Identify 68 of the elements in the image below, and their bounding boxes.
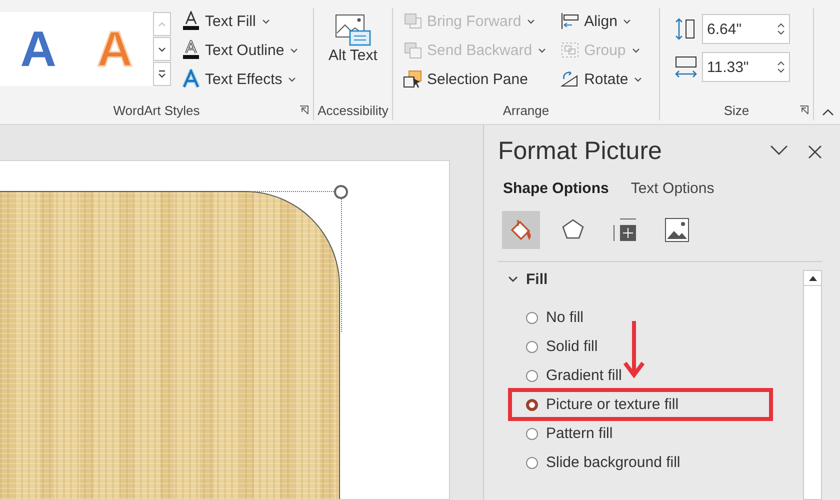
group-icon (560, 41, 580, 59)
fill-option[interactable]: Slide background fill (526, 448, 680, 477)
size-position-icon (612, 217, 638, 243)
send-backward-icon (403, 41, 423, 59)
caret-icon (623, 18, 632, 24)
text-outline-button[interactable]: Text Outline (179, 37, 300, 63)
radio-button[interactable] (526, 312, 538, 324)
radio-button[interactable] (526, 456, 538, 468)
caret-icon (632, 48, 640, 52)
caret-icon (634, 76, 642, 82)
scrollbar[interactable] (803, 270, 822, 500)
bring-forward-icon (403, 12, 423, 30)
pane-tab[interactable]: Shape Options (503, 180, 609, 197)
shape-height-field[interactable]: 6.64" (702, 14, 790, 44)
caret-icon (262, 18, 270, 24)
align-icon (560, 12, 580, 30)
dialog-launcher-icon[interactable] (799, 105, 809, 115)
gallery-more-button[interactable] (153, 62, 171, 86)
fill-section-header[interactable]: Fill (498, 270, 554, 289)
text-effects-icon (181, 69, 201, 89)
radio-button[interactable] (526, 398, 538, 410)
text-fill-icon (181, 11, 201, 31)
group-label: Arrange (502, 102, 550, 118)
text-effects-button[interactable]: Text Effects (179, 66, 300, 92)
chevron-icon (508, 276, 518, 283)
chevron-up-icon (158, 22, 166, 26)
picture-icon (664, 217, 690, 243)
fill-option[interactable]: Gradient fill (526, 361, 622, 390)
fill-option[interactable]: Picture or texture fill (526, 390, 679, 419)
fill-option[interactable]: Solid fill (526, 332, 598, 361)
resize-handle[interactable] (334, 185, 348, 199)
rotate-icon (560, 70, 580, 88)
dialog-launcher-icon[interactable] (299, 105, 309, 115)
alt-text-button[interactable]: Alt Text (318, 8, 388, 100)
pane-tab[interactable]: Text Options (630, 180, 714, 197)
caret-icon (288, 76, 296, 82)
align-button[interactable]: Align (558, 8, 644, 34)
fill-options-tab[interactable] (502, 211, 540, 249)
caret-icon (290, 48, 298, 52)
caret-icon (527, 18, 536, 24)
shape-width-field[interactable]: 11.33" (702, 52, 790, 82)
pane-title: Format Picture (498, 137, 662, 166)
text-fill-button[interactable]: Text Fill (179, 8, 300, 34)
caret-icon (538, 48, 546, 52)
more-icon (158, 70, 166, 78)
selection-pane-icon (403, 70, 423, 88)
group-label: Size (724, 102, 750, 118)
alt-text-icon (335, 14, 371, 46)
fill-option[interactable]: No fill (526, 303, 584, 332)
radio-button[interactable] (526, 340, 538, 352)
text-outline-icon (181, 40, 201, 60)
group-label: Accessibility (318, 102, 388, 118)
close-icon[interactable] (808, 144, 822, 158)
shape-width-icon (674, 55, 698, 79)
chevron-down-icon[interactable] (770, 144, 788, 154)
radio-button[interactable] (526, 428, 538, 440)
wordart-style-sample[interactable]: A (20, 20, 56, 78)
group-label: WordArt Styles (113, 102, 200, 118)
spinner-arrows-icon[interactable] (777, 22, 785, 36)
annotation-arrow (623, 321, 645, 379)
fill-option[interactable]: Pattern fill (526, 419, 613, 448)
rotate-button[interactable]: Rotate (558, 66, 644, 92)
spinner-arrows-icon[interactable] (777, 60, 785, 74)
selection-pane-button[interactable]: Selection Pane (401, 66, 548, 92)
radio-button[interactable] (526, 370, 538, 382)
scroll-up-icon[interactable] (808, 276, 816, 280)
collapse-ribbon-icon[interactable] (822, 108, 834, 116)
chevron-down-icon (158, 46, 166, 52)
